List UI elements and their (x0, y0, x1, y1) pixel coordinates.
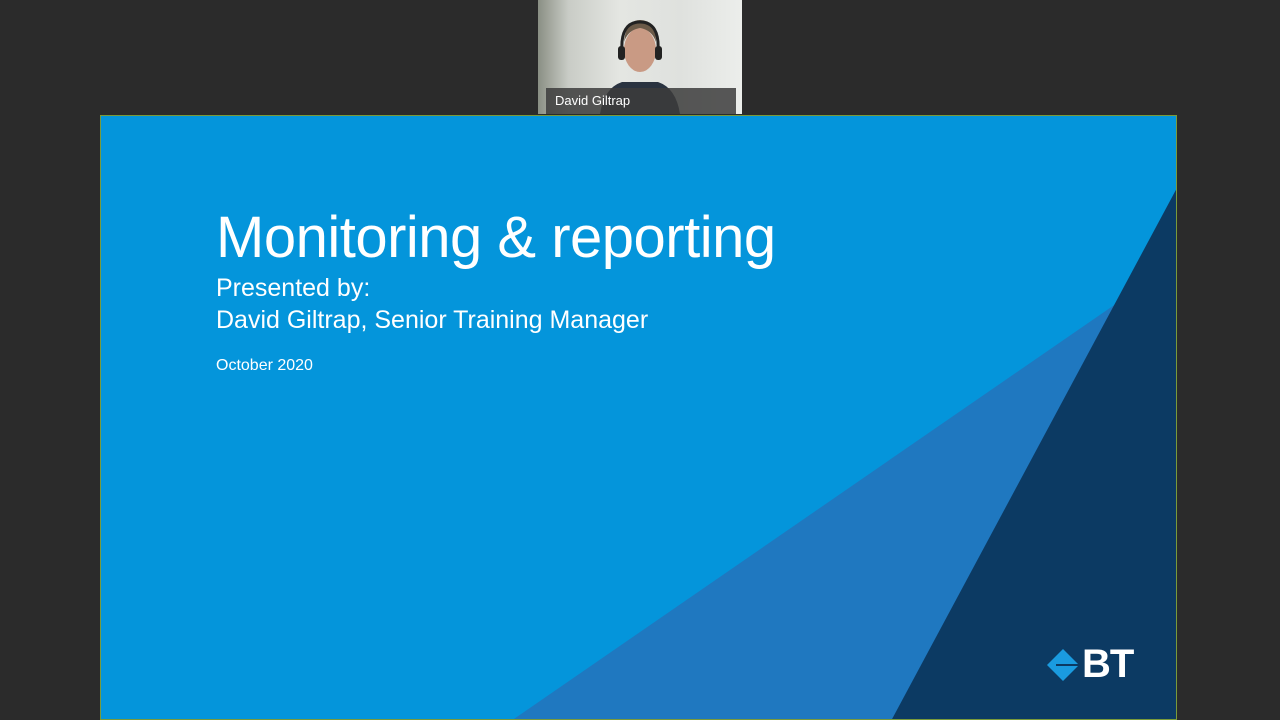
slide-title: Monitoring & reporting (216, 205, 776, 270)
presented-by-label: Presented by: (216, 274, 371, 302)
slide-date: October 2020 (216, 357, 313, 374)
presenter-name: David Giltrap, Senior Training Manager (216, 306, 649, 334)
bt-logo: BT (1046, 642, 1134, 687)
participant-name-label: David Giltrap (546, 88, 736, 114)
participant-video-tile[interactable]: David Giltrap (538, 0, 742, 114)
bt-diamond-icon (1047, 648, 1080, 681)
bt-logo-text: BT (1082, 642, 1134, 686)
presentation-slide: Monitoring & reporting Presented by: Dav… (100, 115, 1177, 720)
